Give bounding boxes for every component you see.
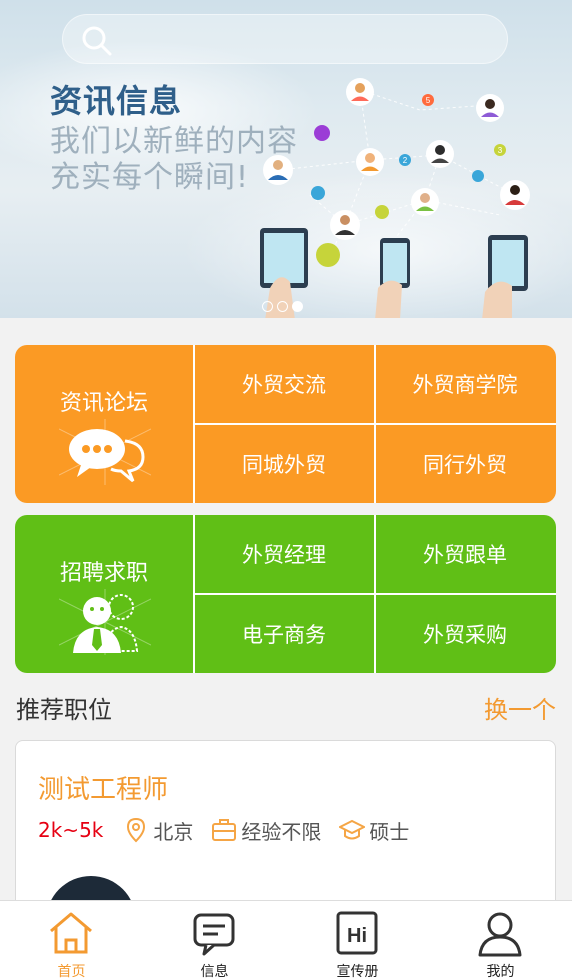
svg-text:3: 3: [498, 146, 503, 155]
category-title: 招聘求职: [59, 561, 148, 586]
refresh-button[interactable]: 换一个: [484, 690, 556, 725]
category-item[interactable]: 同城外贸: [195, 425, 373, 502]
brochure-icon: Hi: [336, 911, 378, 955]
svg-text:5: 5: [426, 96, 431, 105]
carousel-indicator[interactable]: [262, 301, 303, 312]
job-title: 测试工程师: [38, 775, 169, 805]
job-education: 硕士: [369, 819, 410, 844]
category-title: 资讯论坛: [59, 391, 148, 416]
chat-bubbles-icon: [59, 419, 151, 485]
tab-label: 我的: [486, 964, 515, 980]
carousel-dot[interactable]: [277, 301, 288, 312]
recruit-category-main[interactable]: 招聘求职: [15, 515, 193, 673]
category-item[interactable]: 同行外贸: [376, 425, 554, 502]
job-salary: 2k~5k: [38, 818, 104, 842]
tab-label: 信息: [200, 964, 229, 980]
people-icon: [59, 589, 151, 655]
job-location: 北京: [153, 819, 194, 844]
carousel-dot-active[interactable]: [292, 301, 303, 312]
briefcase-icon: [212, 819, 237, 841]
tab-profile[interactable]: 我的: [429, 901, 572, 980]
tab-label: 宣传册: [336, 964, 379, 980]
svg-text:Hi: Hi: [347, 925, 367, 947]
message-icon: [193, 913, 235, 956]
user-icon: [478, 912, 522, 957]
recruit-category-block: 招聘求职 外贸经理 外贸跟单 电子商务 外贸采购: [15, 515, 556, 673]
home-icon: [50, 912, 92, 954]
job-meta: 2k~5k 北京 经验不限 硕士: [38, 815, 427, 845]
search-icon[interactable]: [79, 23, 115, 59]
category-item[interactable]: 外贸采购: [376, 595, 554, 672]
search-bar[interactable]: [62, 14, 508, 64]
banner-subtitle: 充实每个瞬间!: [50, 160, 250, 195]
category-item[interactable]: 外贸交流: [195, 345, 373, 422]
carousel-dot[interactable]: [262, 301, 273, 312]
tab-brochure[interactable]: Hi 宣传册: [286, 901, 429, 980]
job-experience: 经验不限: [241, 819, 322, 844]
bottom-tab-bar: 首页 信息 Hi 宣传册 我的: [0, 900, 572, 980]
tab-home[interactable]: 首页: [0, 901, 143, 980]
tab-label: 首页: [57, 964, 86, 980]
category-item[interactable]: 外贸经理: [195, 515, 373, 592]
category-item[interactable]: 外贸商学院: [376, 345, 554, 422]
tab-messages[interactable]: 信息: [143, 901, 286, 980]
location-pin-icon: [127, 817, 146, 843]
section-title: 推荐职位: [16, 696, 112, 724]
banner-carousel[interactable]: 资讯信息 我们以新鲜的内容 充实每个瞬间! 5 2 3: [0, 0, 572, 318]
svg-text:2: 2: [403, 156, 408, 165]
forum-category-block: 资讯论坛 外贸交流 外贸商学院 同城外贸 同行外贸: [15, 345, 556, 503]
category-item[interactable]: 电子商务: [195, 595, 373, 672]
forum-category-main[interactable]: 资讯论坛: [15, 345, 193, 503]
network-illustration: 5 2 3: [260, 78, 530, 318]
category-item[interactable]: 外贸跟单: [376, 515, 554, 592]
graduation-cap-icon: [339, 819, 366, 840]
